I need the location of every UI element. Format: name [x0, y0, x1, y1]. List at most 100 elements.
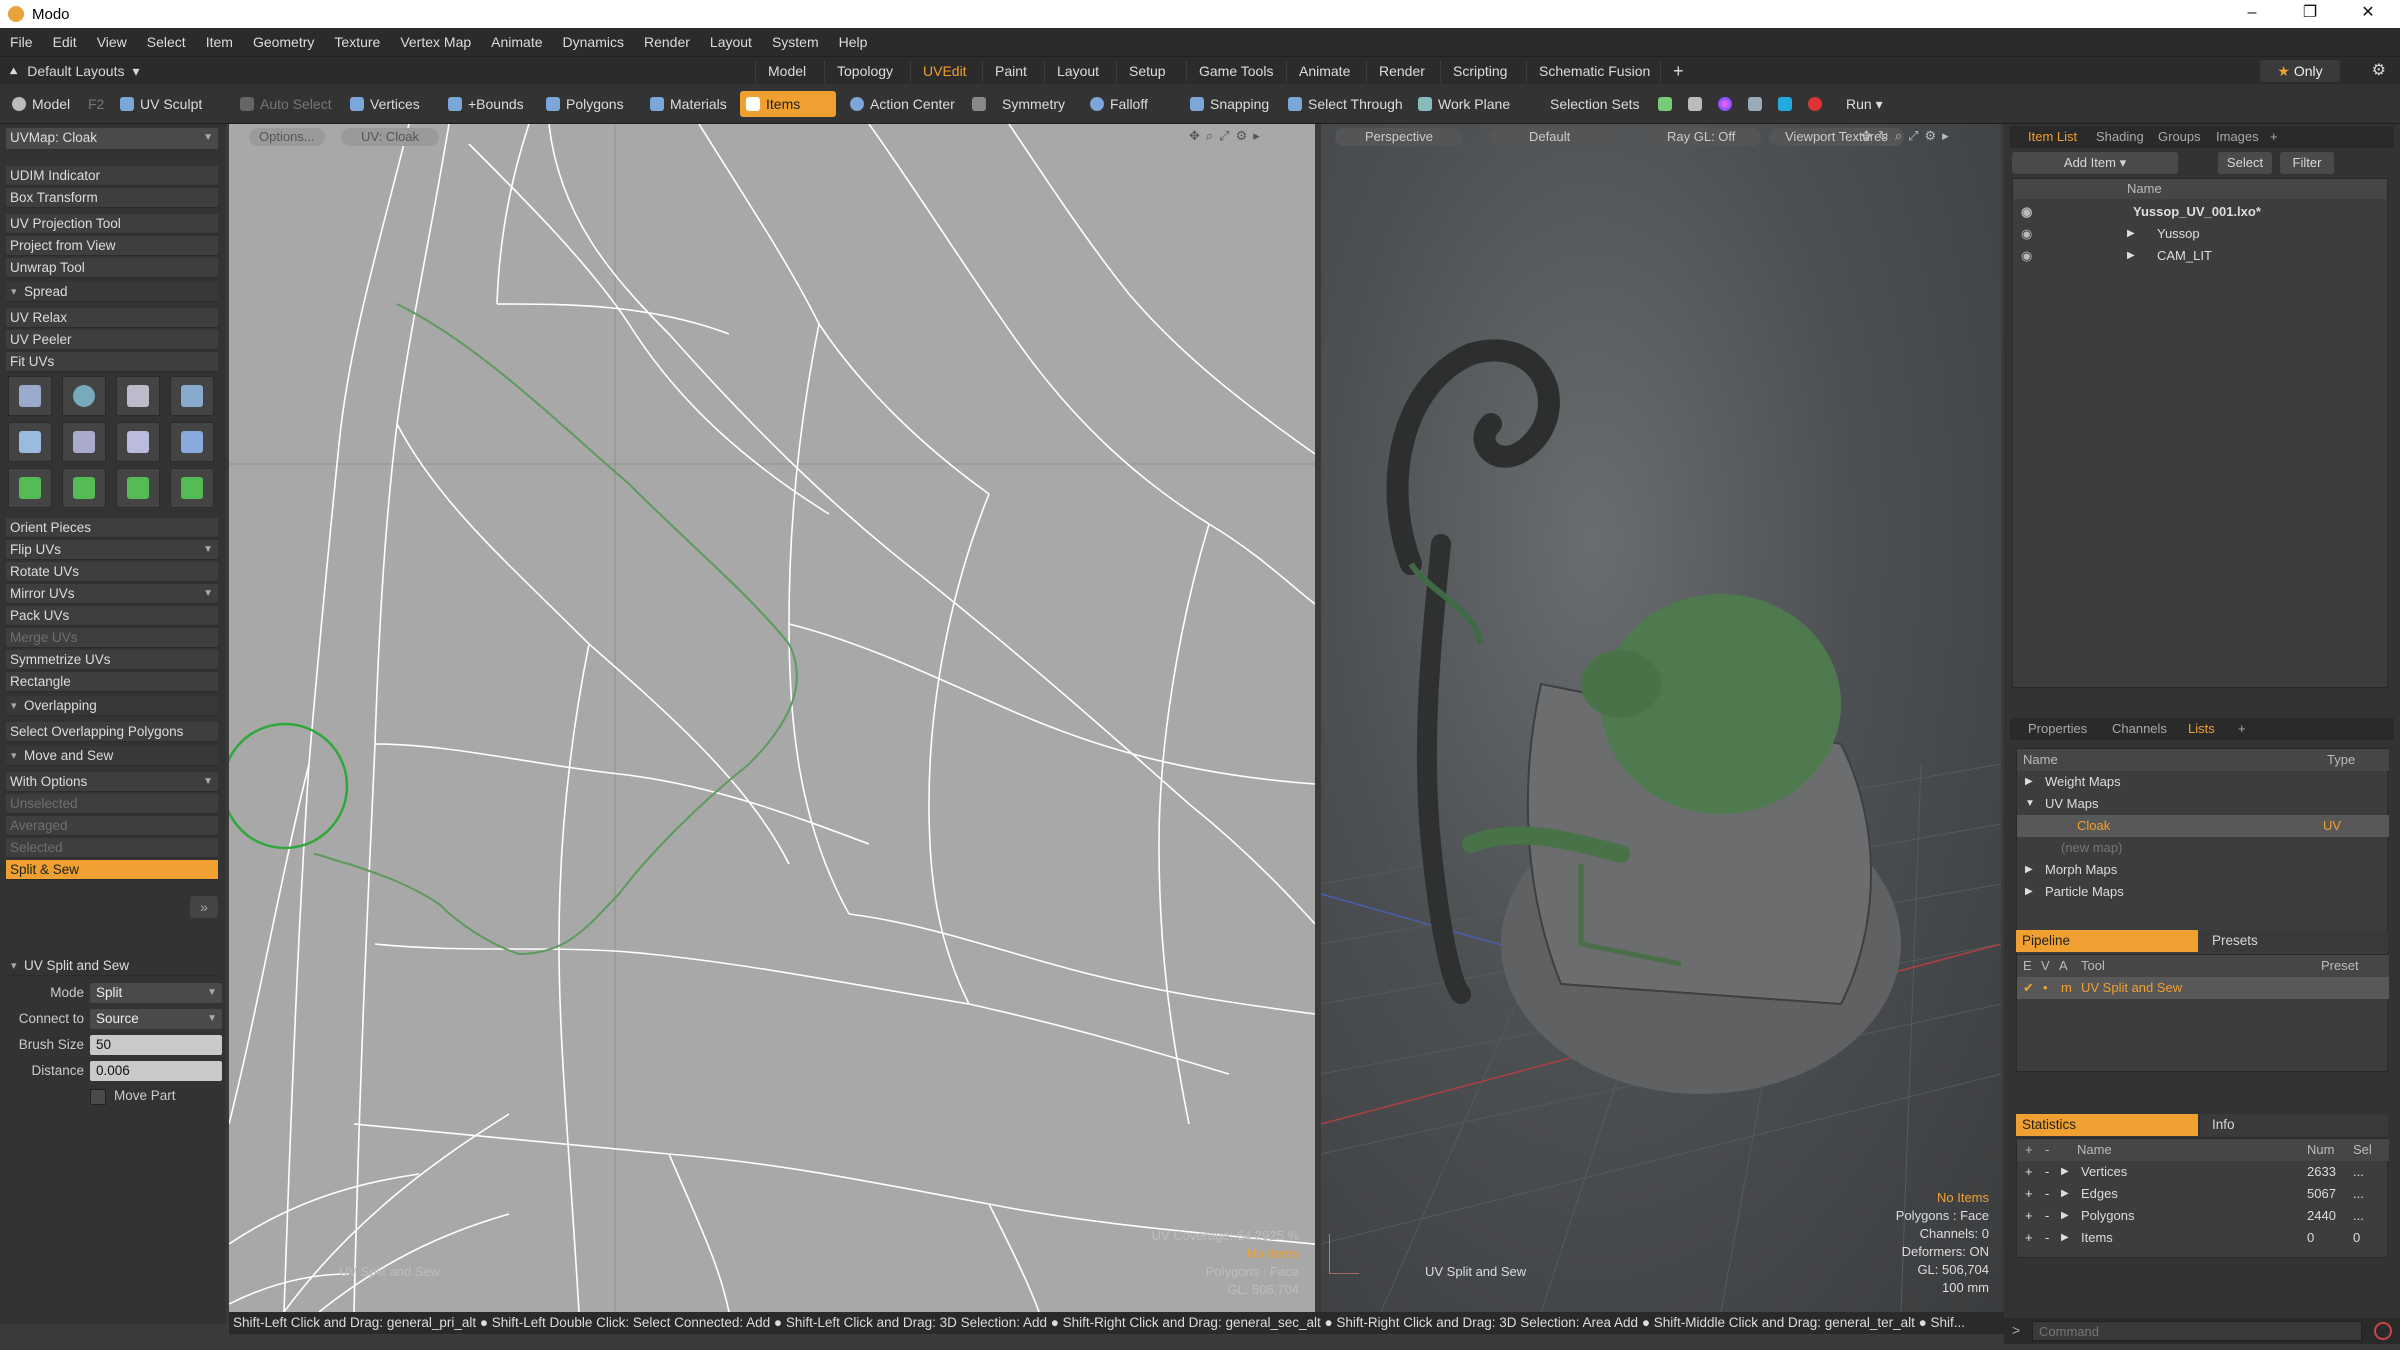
pipeline-row[interactable]: ✔ • m UV Split and Sew — [2017, 977, 2389, 999]
project-from-view-button[interactable]: Project from View — [6, 236, 218, 256]
tab-lists[interactable]: Lists — [2180, 720, 2223, 738]
list-item[interactable]: ▶ Weight Maps — [2017, 771, 2389, 793]
select-button[interactable]: Select — [2218, 152, 2272, 174]
rotate-uvs-button[interactable]: Rotate UVs — [6, 562, 218, 582]
record-icon[interactable] — [1802, 91, 1826, 117]
add-props-tab-button[interactable]: + — [2230, 720, 2254, 738]
orient-pieces-button[interactable]: Orient Pieces — [6, 518, 218, 538]
close-button[interactable]: ✕ — [2340, 0, 2396, 28]
stats-row[interactable]: + - ▶ Edges 5067... — [2017, 1183, 2389, 1205]
wrench-icon[interactable] — [1682, 91, 1710, 117]
check-icon[interactable]: ✔ — [2023, 977, 2034, 999]
viewport-nav-icons[interactable]: ✥↻⌕⤢⚙▸ — [1861, 128, 1955, 144]
run-button[interactable]: Run ▾ — [1836, 91, 1893, 117]
pen-icon[interactable] — [1652, 91, 1680, 117]
tab-uvedit[interactable]: UVEdit — [910, 60, 979, 82]
shader-ball-icon[interactable] — [1712, 91, 1740, 117]
stats-row[interactable]: + - ▶ Items 0 0 — [2017, 1227, 2389, 1249]
arrow-up-icon[interactable] — [8, 468, 52, 508]
uv-projection-tool-button[interactable]: UV Projection Tool — [6, 214, 218, 234]
uv-sculpt-button[interactable]: UV Sculpt — [114, 91, 212, 117]
stats-row[interactable]: + - ▶ Vertices 2633... — [2017, 1161, 2389, 1183]
tab-model[interactable]: Model — [755, 60, 818, 82]
options-button[interactable]: Options... — [249, 128, 325, 146]
averaged-button[interactable]: Averaged — [6, 816, 218, 836]
tab-paint[interactable]: Paint — [982, 60, 1039, 82]
split-and-sew-button[interactable]: Split & Sew — [6, 860, 218, 880]
dot-icon[interactable]: • — [2043, 977, 2048, 999]
minimize-button[interactable]: – — [2224, 0, 2280, 28]
tab-properties[interactable]: Properties — [2020, 720, 2095, 738]
uv-project-planar-icon[interactable] — [8, 376, 52, 416]
uv-grid-icon[interactable] — [62, 422, 106, 462]
tab-topology[interactable]: Topology — [824, 60, 905, 82]
menu-system[interactable]: System — [762, 34, 829, 50]
tab-info[interactable]: Info — [2200, 1114, 2388, 1136]
arrow-down-icon[interactable] — [62, 468, 106, 508]
menu-edit[interactable]: Edit — [43, 34, 87, 50]
spread-section[interactable]: Spread — [6, 282, 218, 302]
uv-cube-icon[interactable] — [8, 422, 52, 462]
layout-preset-dropdown[interactable]: ⯅ Default Layouts ▾ — [8, 61, 140, 81]
tab-game-tools[interactable]: Game Tools — [1186, 60, 1285, 82]
minus-icon[interactable]: - — [2045, 1161, 2049, 1183]
expand-arrow-icon[interactable]: ▶ — [2127, 223, 2135, 245]
minus-icon[interactable]: - — [2045, 1205, 2049, 1227]
expand-arrow-icon[interactable]: ▶ — [2061, 1205, 2069, 1227]
expand-arrow-icon[interactable]: ▶ — [2061, 1227, 2069, 1249]
menu-item[interactable]: Item — [196, 34, 243, 50]
arrow-right-icon[interactable] — [170, 468, 214, 508]
tab-statistics[interactable]: Statistics — [2016, 1114, 2198, 1136]
overlapping-section[interactable]: Overlapping — [6, 696, 218, 716]
bounds-button[interactable]: +Bounds — [442, 91, 534, 117]
menu-dynamics[interactable]: Dynamics — [553, 34, 634, 50]
uv-relax-button[interactable]: UV Relax — [6, 308, 218, 328]
viewport-nav-icons[interactable]: ✥⌕⤢⚙▸ — [1189, 128, 1266, 144]
tab-animate[interactable]: Animate — [1286, 60, 1362, 82]
expand-arrow-icon[interactable]: ▶ — [2061, 1183, 2069, 1205]
eye-icon[interactable]: ◉ — [2021, 245, 2032, 267]
select-overlapping-button[interactable]: Select Overlapping Polygons — [6, 722, 218, 742]
with-options-dropdown[interactable]: With Options ▼ — [6, 772, 218, 792]
selection-sets-button[interactable]: Selection Sets — [1540, 91, 1650, 117]
menu-help[interactable]: Help — [829, 34, 878, 50]
rectangle-button[interactable]: Rectangle — [6, 672, 218, 692]
fit-uvs-button[interactable]: Fit UVs — [6, 352, 218, 372]
selected-button[interactable]: Selected — [6, 838, 218, 858]
perspective-selector[interactable]: Perspective — [1335, 128, 1463, 146]
list-item[interactable]: ▶ Morph Maps — [2017, 859, 2389, 881]
symmetrize-uvs-button[interactable]: Symmetrize UVs — [6, 650, 218, 670]
uv-pyramid-icon[interactable] — [116, 422, 160, 462]
eye-icon[interactable]: ◉ — [2021, 201, 2032, 223]
uv-viewport[interactable]: Options... UV: Cloak ✥⌕⤢⚙▸ UV Coverage: … — [229, 124, 1315, 1312]
connect-to-dropdown[interactable]: Source ▼ — [90, 1009, 222, 1029]
symmetry-button[interactable]: Symmetry — [966, 91, 1075, 117]
tab-item-list[interactable]: Item List — [2020, 128, 2085, 146]
snapping-button[interactable]: Snapping — [1184, 91, 1279, 117]
item-cam-lit[interactable]: ◉ ▶ CAM_LIT — [2013, 245, 2387, 267]
preview-icon[interactable] — [1772, 91, 1800, 117]
add-tab-button[interactable]: + — [1660, 60, 1696, 82]
pack-uvs-button[interactable]: Pack UVs — [6, 606, 218, 626]
menu-select[interactable]: Select — [137, 34, 196, 50]
arrow-left-icon[interactable] — [116, 468, 160, 508]
materials-mode-button[interactable]: Materials — [644, 91, 737, 117]
distance-input[interactable]: 0.006 — [90, 1061, 222, 1081]
plus-icon[interactable]: + — [2025, 1227, 2033, 1249]
menu-geometry[interactable]: Geometry — [243, 34, 324, 50]
list-item-new-map[interactable]: (new map) — [2017, 837, 2389, 859]
flip-uvs-button[interactable]: Flip UVs ▼ — [6, 540, 218, 560]
menu-animate[interactable]: Animate — [481, 34, 552, 50]
list-item[interactable]: ▶ Particle Maps — [2017, 881, 2389, 903]
menu-vertex-map[interactable]: Vertex Map — [390, 34, 481, 50]
plus-icon[interactable]: + — [2025, 1161, 2033, 1183]
list-item-cloak[interactable]: Cloak UV — [2017, 815, 2389, 837]
uv-project-cylinder-icon[interactable] — [62, 376, 106, 416]
move-part-checkbox[interactable] — [90, 1089, 106, 1105]
unwrap-tool-button[interactable]: Unwrap Tool — [6, 258, 218, 278]
tab-scripting[interactable]: Scripting — [1440, 60, 1519, 82]
maximize-button[interactable]: ❐ — [2282, 0, 2338, 28]
list-item[interactable]: ▼ UV Maps — [2017, 793, 2389, 815]
menu-layout[interactable]: Layout — [700, 34, 762, 50]
scene-root-item[interactable]: ◉ Yussop_UV_001.lxo* — [2013, 201, 2387, 223]
